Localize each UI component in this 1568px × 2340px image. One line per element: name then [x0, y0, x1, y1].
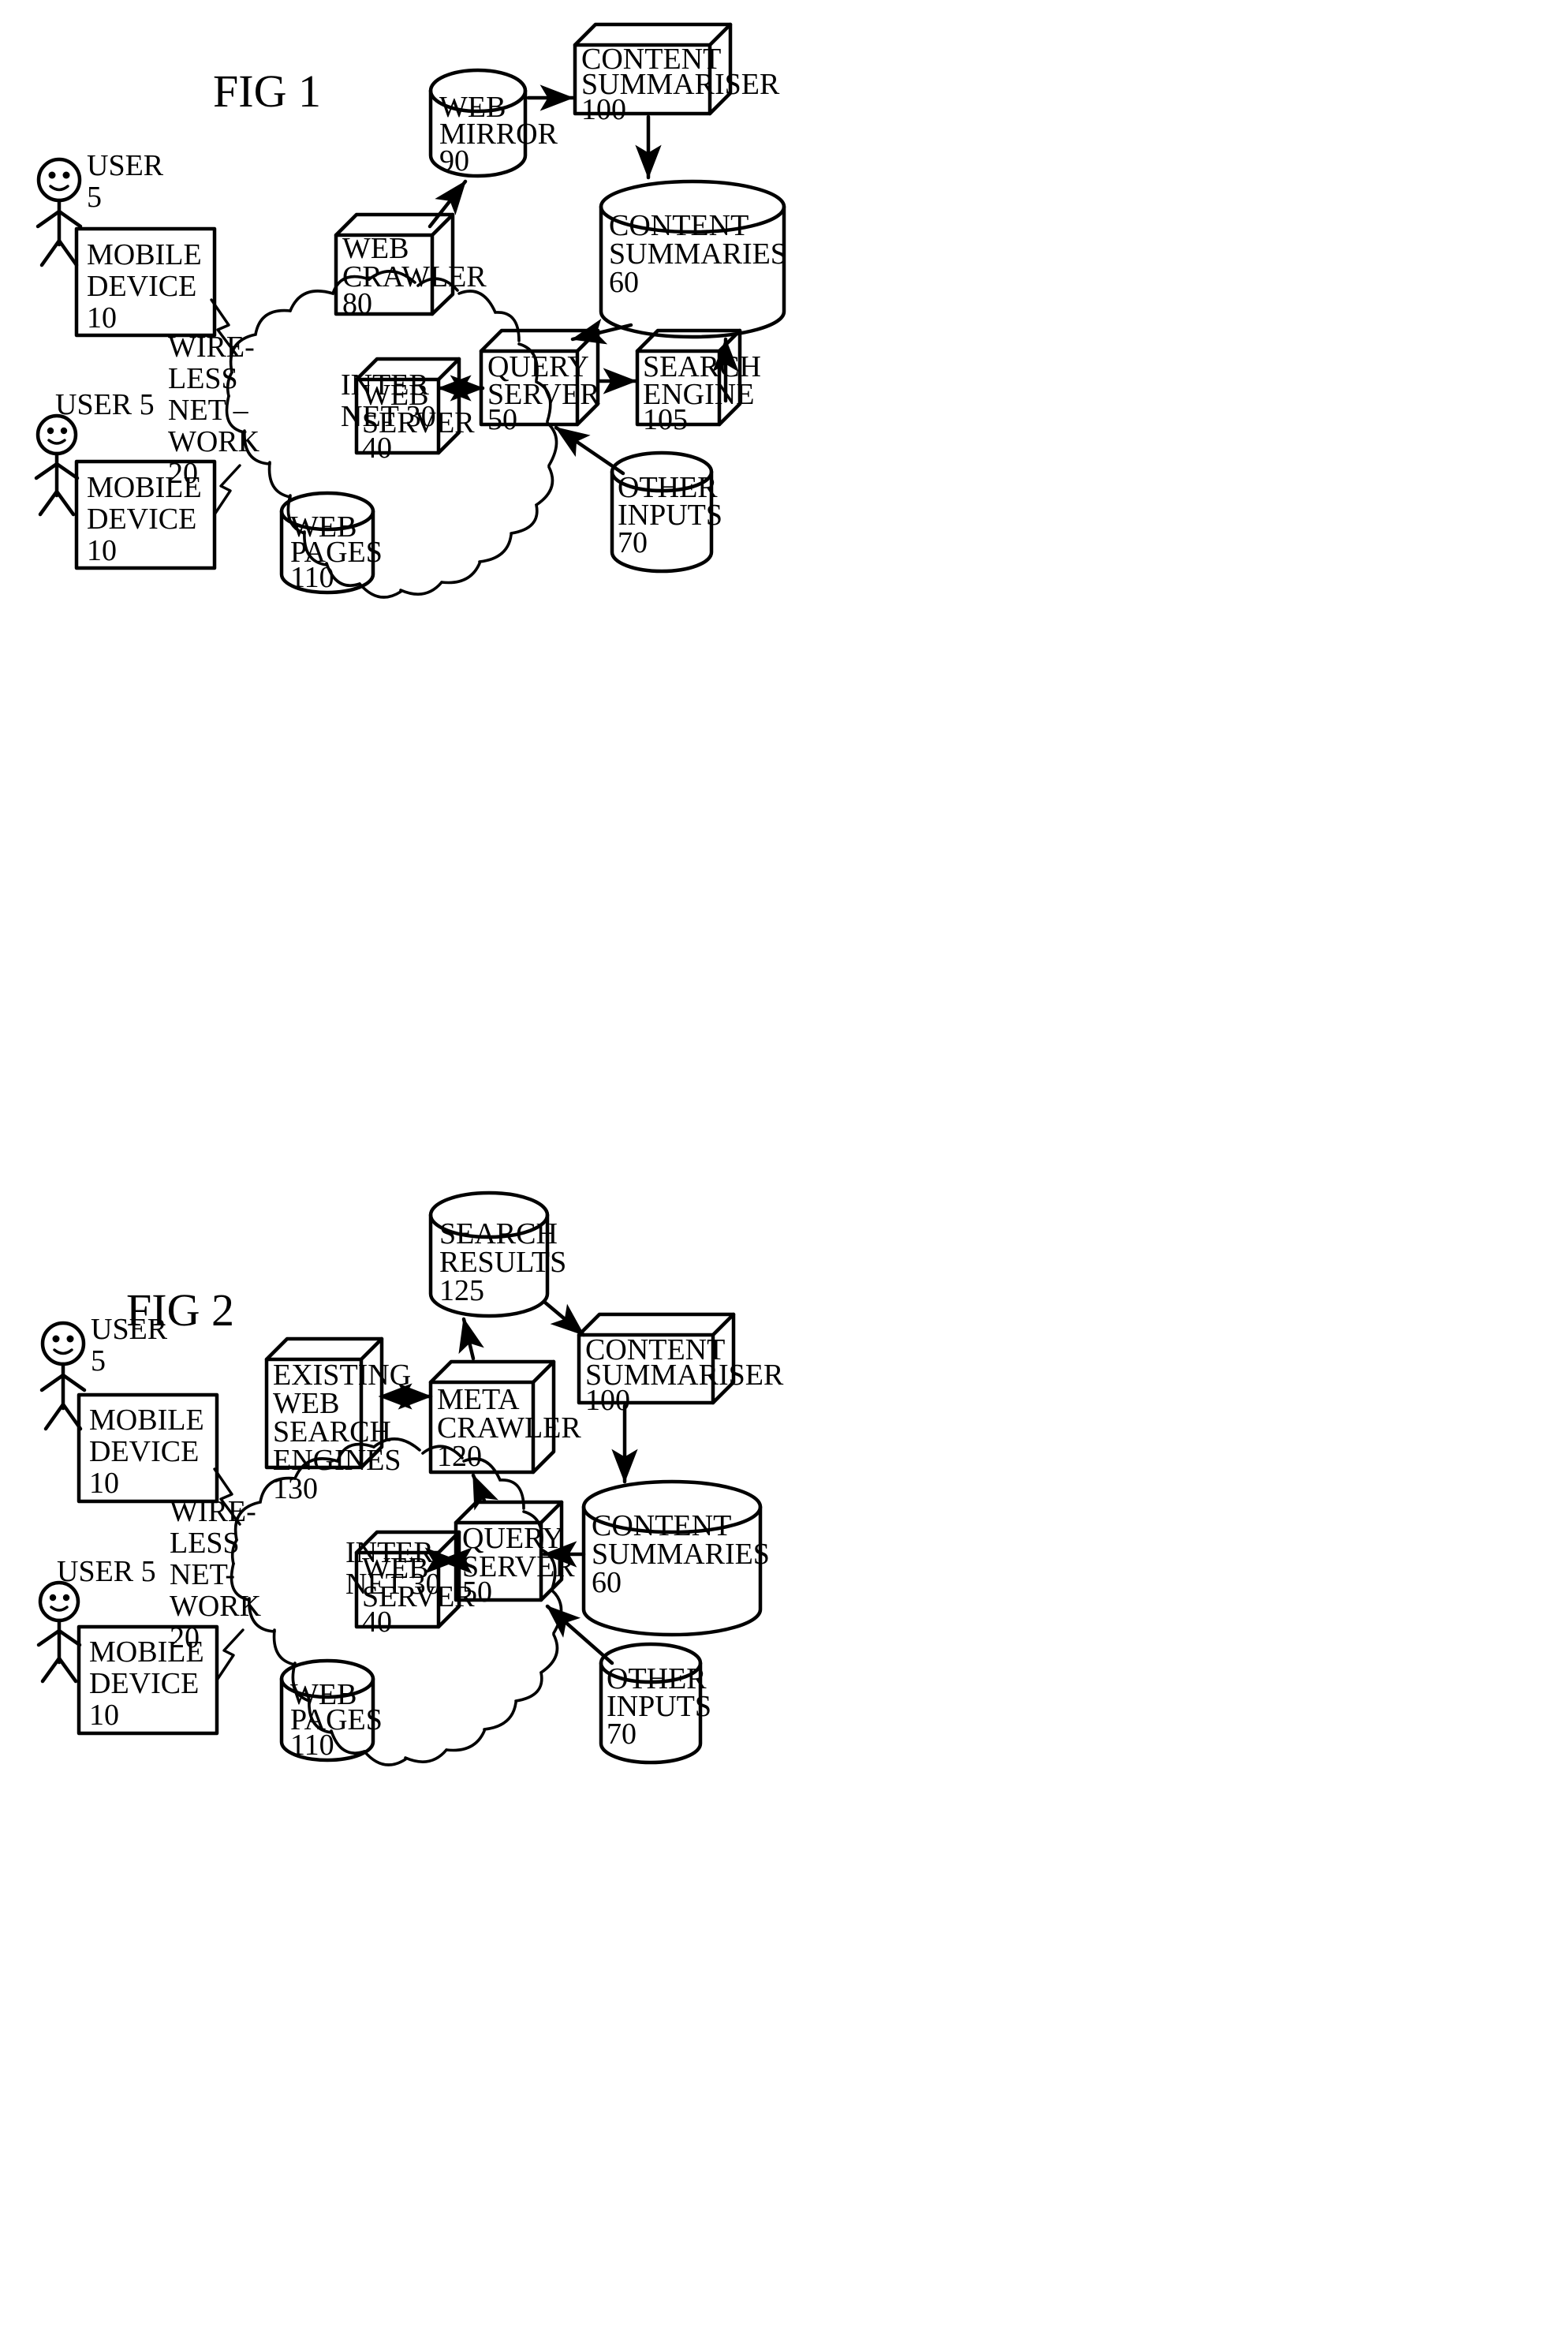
fig2-mobile-device-top-line2: DEVICE [89, 1435, 199, 1468]
fig2-search-results[interactable]: SEARCH RESULTS 125 [428, 1191, 566, 1318]
fig1-wireless-bolt-bottom [213, 464, 241, 516]
fig2-content-summaries-line3: 60 [592, 1566, 622, 1599]
fig2-web-pages-line3: 110 [290, 1729, 334, 1762]
fig1-mobile-device-top-line3: 10 [87, 301, 117, 335]
fig1-user-top-ref: 5 [87, 181, 102, 214]
fig1-web-pages-line3: 110 [290, 561, 334, 594]
fig2-user-top-ref: 5 [91, 1344, 106, 1377]
fig1-user-bottom-label: USER 5 [55, 388, 155, 421]
fig2-meta-crawler[interactable]: META CRAWLER 120 [428, 1359, 581, 1475]
fig1-mobile-device-top-line1: MOBILE [87, 238, 202, 271]
fig2-wireless-bolt-bottom [216, 1628, 245, 1680]
fig2-mobile-device-bottom-line2: DEVICE [89, 1667, 199, 1700]
fig1-mobile-device-top[interactable]: MOBILE DEVICE 10 [74, 226, 217, 338]
fig1-wireless-line1: WIRE- [168, 331, 255, 364]
fig2-mobile-device-bottom-line3: 10 [89, 1699, 119, 1732]
fig2-other-inputs[interactable]: OTHER INPUTS 70 [599, 1642, 711, 1765]
fig1-title: FIG 1 [213, 65, 321, 117]
fig1-user-bottom-figure [34, 413, 80, 517]
fig2-wireless-line2: LESS [170, 1527, 240, 1560]
fig2-other-inputs-line3: 70 [607, 1718, 637, 1751]
fig1-content-summariser-line3: 100 [581, 93, 626, 126]
fig1-group: FIG 1 USER 5 MOBILE DEVICE 10 USER 5 MOB… [34, 22, 787, 599]
fig2-wireless-line4: WORK [170, 1590, 262, 1623]
fig2-group: FIG 2 USER 5 MOBILE DEVICE 10 USER 5 MOB… [36, 1191, 784, 1766]
fig1-search-engine[interactable]: SEARCH ENGINE 105 [635, 328, 761, 436]
fig1-web-mirror[interactable]: WEB MIRROR 90 [428, 68, 558, 178]
fig2-user-bottom-label: USER 5 [57, 1555, 156, 1588]
fig2-arrow-results-to-summariser [542, 1299, 586, 1337]
patent-drawing-sheet: FIG 1 USER 5 MOBILE DEVICE 10 USER 5 MOB… [0, 0, 1568, 2340]
fig2-content-summaries[interactable]: CONTENT SUMMARIES 60 [581, 1479, 770, 1637]
fig1-web-server-line3: 40 [362, 432, 392, 465]
fig1-mobile-device-top-line2: DEVICE [87, 270, 196, 303]
fig2-mobile-device-top[interactable]: MOBILE DEVICE 10 [77, 1392, 219, 1504]
fig2-existing-web-search-engines[interactable]: EXISTING WEB SEARCH ENGINES 130 [264, 1336, 411, 1505]
figures-canvas: FIG 1 USER 5 MOBILE DEVICE 10 USER 5 MOB… [34, 22, 787, 1766]
fig1-query-server[interactable]: QUERY SERVER 50 [479, 328, 600, 436]
fig2-ewse-line5: 130 [273, 1472, 318, 1505]
fig1-other-inputs-line3: 70 [618, 526, 648, 559]
fig1-user-top-figure [35, 157, 83, 267]
fig1-wireless-line5: 20 [168, 457, 198, 490]
fig2-content-summariser[interactable]: CONTENT SUMMARISER 100 [577, 1312, 784, 1417]
fig1-mobile-device-bottom-line3: 10 [87, 534, 117, 567]
fig1-mobile-device-bottom-line2: DEVICE [87, 503, 196, 536]
fig2-arrow-metacrawler-to-results [458, 1317, 484, 1361]
fig1-wireless-line3: NET – [168, 394, 249, 427]
fig1-web-crawler[interactable]: WEB CRAWLER 80 [334, 212, 487, 320]
fig2-wireless-line5: 20 [170, 1621, 200, 1654]
fig1-content-summaries-line3: 60 [609, 266, 639, 299]
fig1-other-inputs[interactable]: OTHER INPUTS 70 [610, 450, 722, 574]
fig2-mobile-device-top-line3: 10 [89, 1467, 119, 1500]
fig2-wireless-line3: NET- [170, 1558, 235, 1591]
fig2-search-results-line3: 125 [439, 1274, 484, 1307]
fig1-content-summaries[interactable]: CONTENT SUMMARIES 60 [599, 179, 787, 339]
fig2-user-top-label: USER [91, 1313, 168, 1346]
fig2-mobile-device-top-line1: MOBILE [89, 1404, 204, 1437]
fig2-user-bottom-figure [36, 1580, 82, 1684]
fig1-web-pages[interactable]: WEB PAGES 110 [279, 491, 383, 595]
fig1-user-top-label: USER [87, 149, 164, 182]
fig2-web-pages[interactable]: WEB PAGES 110 [279, 1658, 383, 1762]
fig1-query-server-line3: 50 [487, 403, 517, 436]
fig1-web-mirror-line3: 90 [439, 144, 469, 178]
fig2-meta-crawler-line3: 120 [437, 1440, 482, 1473]
fig2-arrow-query-to-metacrawler [471, 1473, 498, 1511]
fig2-web-server-line3: 40 [362, 1605, 392, 1639]
fig1-content-summariser[interactable]: CONTENT SUMMARISER 100 [573, 22, 780, 126]
fig1-search-engine-line3: 105 [643, 403, 688, 436]
fig1-web-crawler-line3: 80 [342, 287, 372, 320]
